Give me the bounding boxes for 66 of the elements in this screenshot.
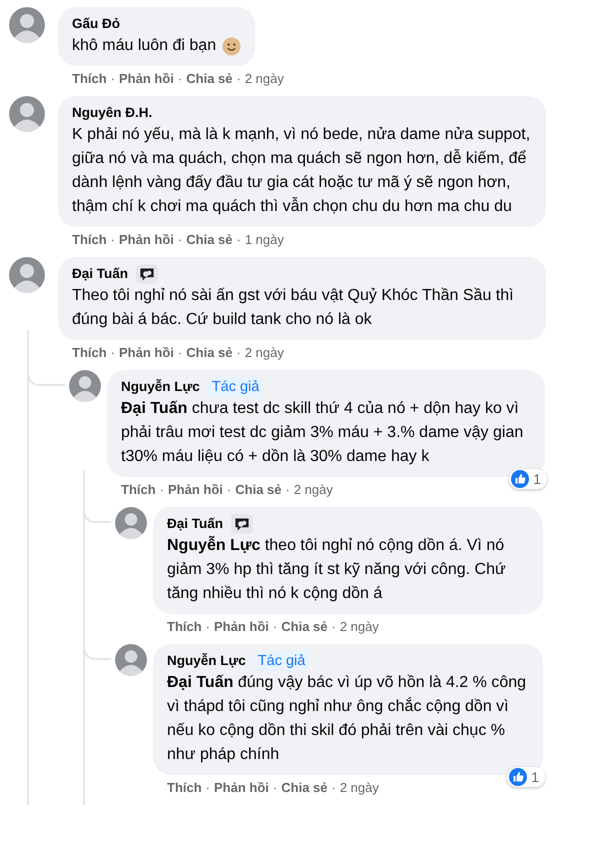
comment-text: khô máu luôn đi bạn [72,36,216,56]
separator-dot: · [110,232,116,248]
separator-dot: · [110,345,116,361]
action-link[interactable]: Phản hồi [119,232,174,248]
author-badge: Tác giả [254,651,310,671]
comment-text: Đại Tuấn đúng vậy bác vì úp võ hồn là 4.2 % công vì thápd tôi cũng nghỉ như ông chắc cộng dồn vì nếu ko cộng dồn thi skil đó phải trên vài chục % như pháp chính [167,673,528,765]
comment-time[interactable]: 1 ngày [244,232,284,248]
action-link[interactable]: Phản hồi [214,619,269,635]
action-link[interactable]: Chia sẻ [281,780,328,796]
action-link[interactable]: Phản hồi [119,345,174,361]
comment-time[interactable]: 2 ngày [244,345,284,361]
separator-dot: · [286,482,290,498]
separator-dot: · [272,619,278,635]
action-link[interactable]: Phản hồi [168,482,223,498]
chat-badge-icon [136,264,158,284]
action-link[interactable]: Chia sẻ [235,482,282,498]
action-link[interactable]: Phản hồi [119,71,174,87]
separator-dot: · [236,232,241,248]
comment-text: Theo tôi nghỉ nó sài ấn gst với báu vật Quỷ Khóc Thần Sầu thì đúng bài á bác. Cứ build tank cho nó là ok [72,286,515,330]
action-link[interactable]: Chia sẻ [186,232,232,248]
avatar-icon[interactable] [69,370,101,402]
action-link[interactable]: Chia sẻ [186,345,232,361]
action-link[interactable]: Phản hồi [214,780,269,796]
author-name[interactable]: Gấu Đỏ [72,15,120,33]
comment-text: Nguyễn Lực theo tôi nghỉ nó cộng dồn á. Vì nó giảm 3% hp thì tăng ít st kỹ năng với công. Chứ tăng nhiều thì nó k cộng dồn á [167,534,507,604]
comment-time[interactable]: 2 ngày [340,619,379,635]
author-badge: Tác giả [208,377,264,397]
separator-dot: · [236,71,241,87]
avatar-icon[interactable] [115,507,147,539]
avatar-icon[interactable] [9,96,45,132]
separator-dot: · [206,780,210,796]
action-link[interactable]: Thích [121,482,156,498]
separator-dot: · [206,619,210,635]
comment-time[interactable]: 2 ngày [244,71,284,87]
avatar-icon[interactable] [115,644,147,676]
action-link[interactable]: Thích [167,780,202,796]
separator-dot: · [272,780,278,796]
action-link[interactable]: Thích [72,71,107,87]
comment-text: Đại Tuấn chưa test dc skill thứ 4 của nó + dộn hay ko vì phải trâu mơi test dc giảm 3% máu + 3.% dame vậy gian t30% máu liệu có + dồn là 30% dame hay k [121,399,524,467]
separator-dot: · [332,780,336,796]
author-name[interactable]: Đại Tuấn [72,265,128,283]
comment-time[interactable]: 2 ngày [294,482,333,498]
author-name[interactable]: Nguyễn Lực [121,378,200,396]
separator-dot: · [178,345,182,361]
separator-dot: · [226,482,232,498]
separator-dot: · [178,232,182,248]
avatar-icon[interactable] [9,257,45,293]
reaction-count[interactable]: 1 [509,469,547,489]
author-name[interactable]: Nguyễn Lực [167,652,246,670]
separator-dot: · [236,345,241,361]
separator-dot: · [110,71,116,87]
comment-time[interactable]: 2 ngày [340,780,379,796]
reaction-count[interactable]: 1 [507,767,545,787]
avatar-icon[interactable] [9,7,45,43]
action-link[interactable]: Thích [72,345,107,361]
action-link[interactable]: Chia sẻ [186,71,232,87]
action-link[interactable]: Thích [72,232,107,248]
author-name[interactable]: Nguyên Đ.H. [72,104,152,122]
chat-badge-icon [231,514,254,534]
author-name[interactable]: Đại Tuấn [167,515,224,533]
action-link[interactable]: Chia sẻ [281,619,328,635]
separator-dot: · [178,71,182,87]
comment-text: K phải nó yếu, mà là k mạnh, vì nó bede, nửa dame nửa suppot, giữa nó và ma quách, chọn ma quách sẽ ngon hơn, dễ kiếm, để dành lệnh vàng đấy đầu tư gia cát hoặc tư mã ý sẽ ngon hơn, thậm chí k chơi ma quách thì vẫn chọn chu du hơn ma chu du [72,125,532,217]
action-link[interactable]: Thích [167,619,202,635]
separator-dot: · [160,482,164,498]
separator-dot: · [332,619,336,635]
